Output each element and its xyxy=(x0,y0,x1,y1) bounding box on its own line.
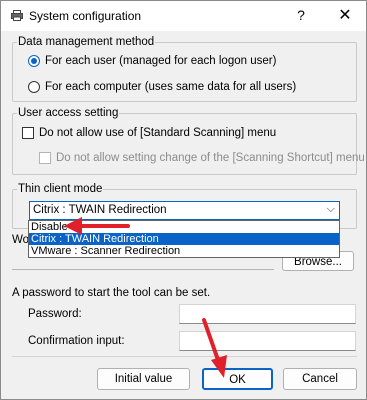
user-access-label: User access setting xyxy=(17,107,120,119)
confirmation-input[interactable] xyxy=(179,331,356,351)
combobox-value: Citrix : TWAIN Redirection xyxy=(33,204,167,216)
help-button[interactable]: ? xyxy=(291,7,311,23)
data-management-group xyxy=(12,42,357,102)
check-standard-scanning-label: Do not allow use of [Standard Scanning] … xyxy=(39,127,277,139)
title-bar: System configuration ? ✕ xyxy=(1,1,366,31)
confirmation-label: Confirmation input: xyxy=(28,335,125,347)
password-label: Password: xyxy=(28,308,82,320)
dropdown-item-vmware[interactable]: VMware : Scanner Redirection xyxy=(29,245,339,257)
check-scanning-shortcut-label: Do not allow setting change of the [Scan… xyxy=(56,152,365,164)
thin-client-dropdown-list: Disable Citrix : TWAIN Redirection VMwar… xyxy=(28,220,340,258)
checkbox-standard-scanning[interactable] xyxy=(22,127,34,139)
radio-each-computer-label: For each computer (uses same data for al… xyxy=(45,81,297,93)
check-scanning-shortcut: Do not allow setting change of the [Scan… xyxy=(39,152,365,164)
radio-each-user[interactable]: For each user (managed for each logon us… xyxy=(28,55,276,67)
ok-button[interactable]: OK xyxy=(202,368,273,390)
password-input[interactable] xyxy=(179,304,356,324)
dropdown-item-citrix[interactable]: Citrix : TWAIN Redirection xyxy=(29,233,339,245)
thin-client-label: Thin client mode xyxy=(17,183,104,195)
chevron-down-icon[interactable]: ⌵ xyxy=(327,203,335,216)
cancel-button[interactable]: Cancel xyxy=(283,368,357,390)
work-folder-label: Wo xyxy=(12,234,30,246)
system-configuration-dialog: System configuration ? ✕ Data management… xyxy=(0,0,367,400)
close-button[interactable]: ✕ xyxy=(334,5,356,25)
user-access-group xyxy=(12,113,357,175)
initial-value-button[interactable]: Initial value xyxy=(97,368,190,390)
footer-divider xyxy=(12,356,357,357)
data-management-label: Data management method xyxy=(17,36,156,48)
radio-each-computer[interactable]: For each computer (uses same data for al… xyxy=(28,81,296,93)
check-standard-scanning[interactable]: Do not allow use of [Standard Scanning] … xyxy=(22,127,276,139)
work-folder-path-field[interactable] xyxy=(12,269,274,270)
dropdown-item-disable[interactable]: Disable xyxy=(29,221,339,233)
checkbox-scanning-shortcut xyxy=(39,152,51,164)
thin-client-combobox[interactable]: Citrix : TWAIN Redirection ⌵ xyxy=(29,201,340,220)
radio-each-user-label: For each user (managed for each logon us… xyxy=(45,55,277,67)
window-title: System configuration xyxy=(29,9,142,23)
radio-indicator[interactable] xyxy=(28,81,40,93)
printer-icon xyxy=(11,10,23,21)
password-info-text: A password to start the tool can be set. xyxy=(12,287,211,299)
radio-selected-indicator[interactable] xyxy=(28,55,40,67)
